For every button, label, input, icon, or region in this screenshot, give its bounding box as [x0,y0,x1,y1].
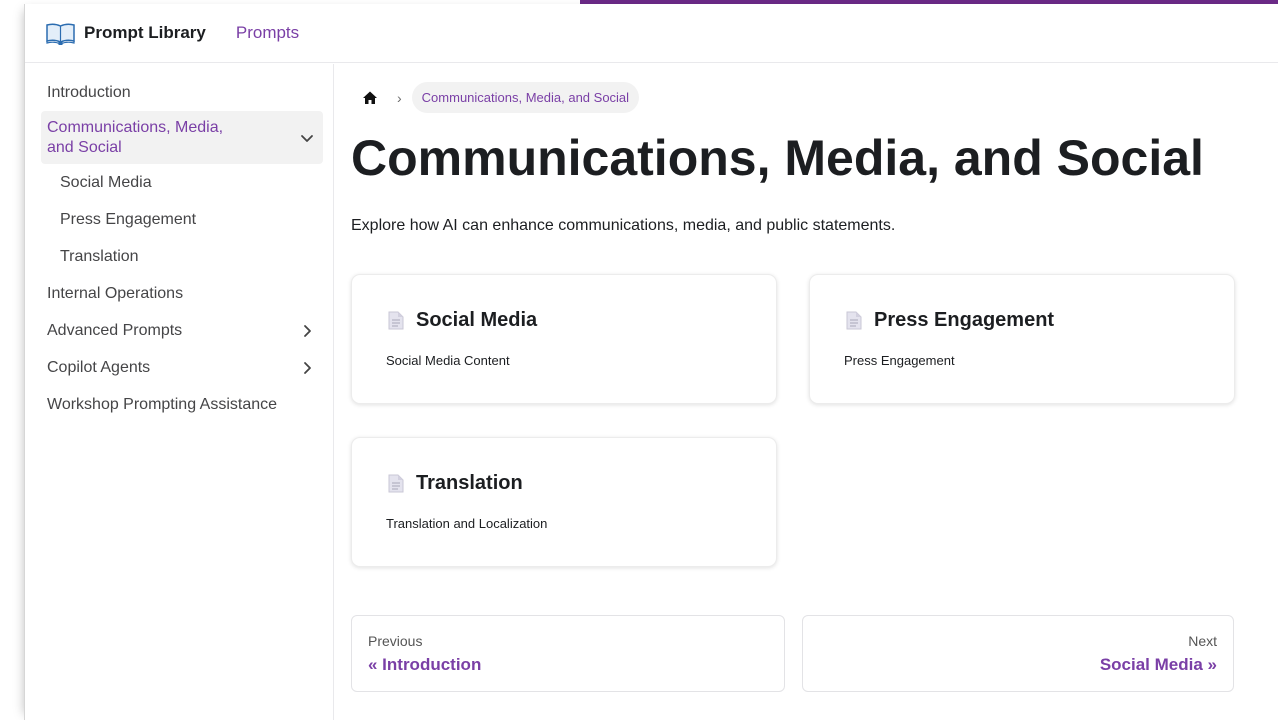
chevron-right-icon[interactable] [297,358,317,378]
browser-window: Prompt Library Prompts Introduction Comm… [24,4,1278,720]
main-content: › Communications, Media, and Social Comm… [351,64,1241,720]
pagination-previous-link: « Introduction [368,655,482,674]
breadcrumb-current: Communications, Media, and Social [411,82,640,113]
sidebar-item-copilot-agents[interactable]: Copilot Agents [41,349,323,386]
chevron-right-icon[interactable] [297,321,317,341]
pagination-next-link: Social Media » [1099,655,1217,674]
document-icon [386,311,406,331]
page-description: Explore how AI can enhance communication… [351,217,896,234]
sidebar-item-label: Press Engagement [60,210,197,228]
sidebar-item-label: Advanced Prompts [47,321,183,339]
card-social-media[interactable]: Social Media Social Media Content [351,274,777,404]
pagination-previous[interactable]: Previous « Introduction [351,615,785,692]
sidebar-item-label: Social Media [60,173,152,191]
sidebar-item-translation[interactable]: Translation [41,238,323,275]
card-title: Social Media [386,309,537,332]
sidebar-item-workshop-prompting[interactable]: Workshop Prompting Assistance [41,386,323,423]
pagination-previous-label: Previous [368,633,423,649]
sidebar-item-social-media[interactable]: Social Media [41,164,323,201]
card-description: Social Media Content [386,353,510,368]
brand-title: Prompt Library [84,23,206,42]
sidebar-item-press-engagement[interactable]: Press Engagement [41,201,323,238]
card-title-text: Social Media [416,309,538,331]
brand[interactable]: Prompt Library [45,21,206,45]
sidebar-item-label: Copilot Agents [47,358,151,376]
page-title: Communications, Media, and Social [351,130,1204,186]
sidebar-item-label: Introduction [47,83,131,101]
pagination-next-label: Next [1188,633,1217,649]
sidebar-item-label: Translation [60,247,139,265]
card-press-engagement[interactable]: Press Engagement Press Engagement [809,274,1235,404]
sidebar-item-communications[interactable]: Communications, Media, and Social [41,111,323,164]
book-icon [45,21,76,45]
nav-link-prompts[interactable]: Prompts [236,23,299,43]
sidebar-item-introduction[interactable]: Introduction [41,74,323,111]
navbar: Prompt Library Prompts [25,4,1278,63]
sidebar-item-advanced-prompts[interactable]: Advanced Prompts [41,312,323,349]
document-icon [844,311,864,331]
card-description: Translation and Localization [386,516,548,531]
home-icon[interactable] [361,89,379,107]
sidebar: Introduction Communications, Media, and … [25,64,334,720]
breadcrumb: › Communications, Media, and Social [361,82,640,113]
sidebar-item-label: Workshop Prompting Assistance [47,395,278,413]
breadcrumb-separator: › [397,89,402,106]
document-icon [386,474,406,494]
card-translation[interactable]: Translation Translation and Localization [351,437,777,567]
chevron-down-icon[interactable] [297,128,317,148]
card-title-text: Press Engagement [874,309,1055,331]
card-title: Translation [386,472,523,495]
sidebar-item-internal-operations[interactable]: Internal Operations [41,275,323,312]
card-title: Press Engagement [844,309,1054,332]
card-title-text: Translation [416,472,523,494]
pagination-next[interactable]: Next Social Media » [802,615,1234,692]
card-description: Press Engagement [844,353,955,368]
sidebar-item-label: Internal Operations [47,284,184,302]
sidebar-item-label: Communications, Media, and Social [47,118,224,156]
